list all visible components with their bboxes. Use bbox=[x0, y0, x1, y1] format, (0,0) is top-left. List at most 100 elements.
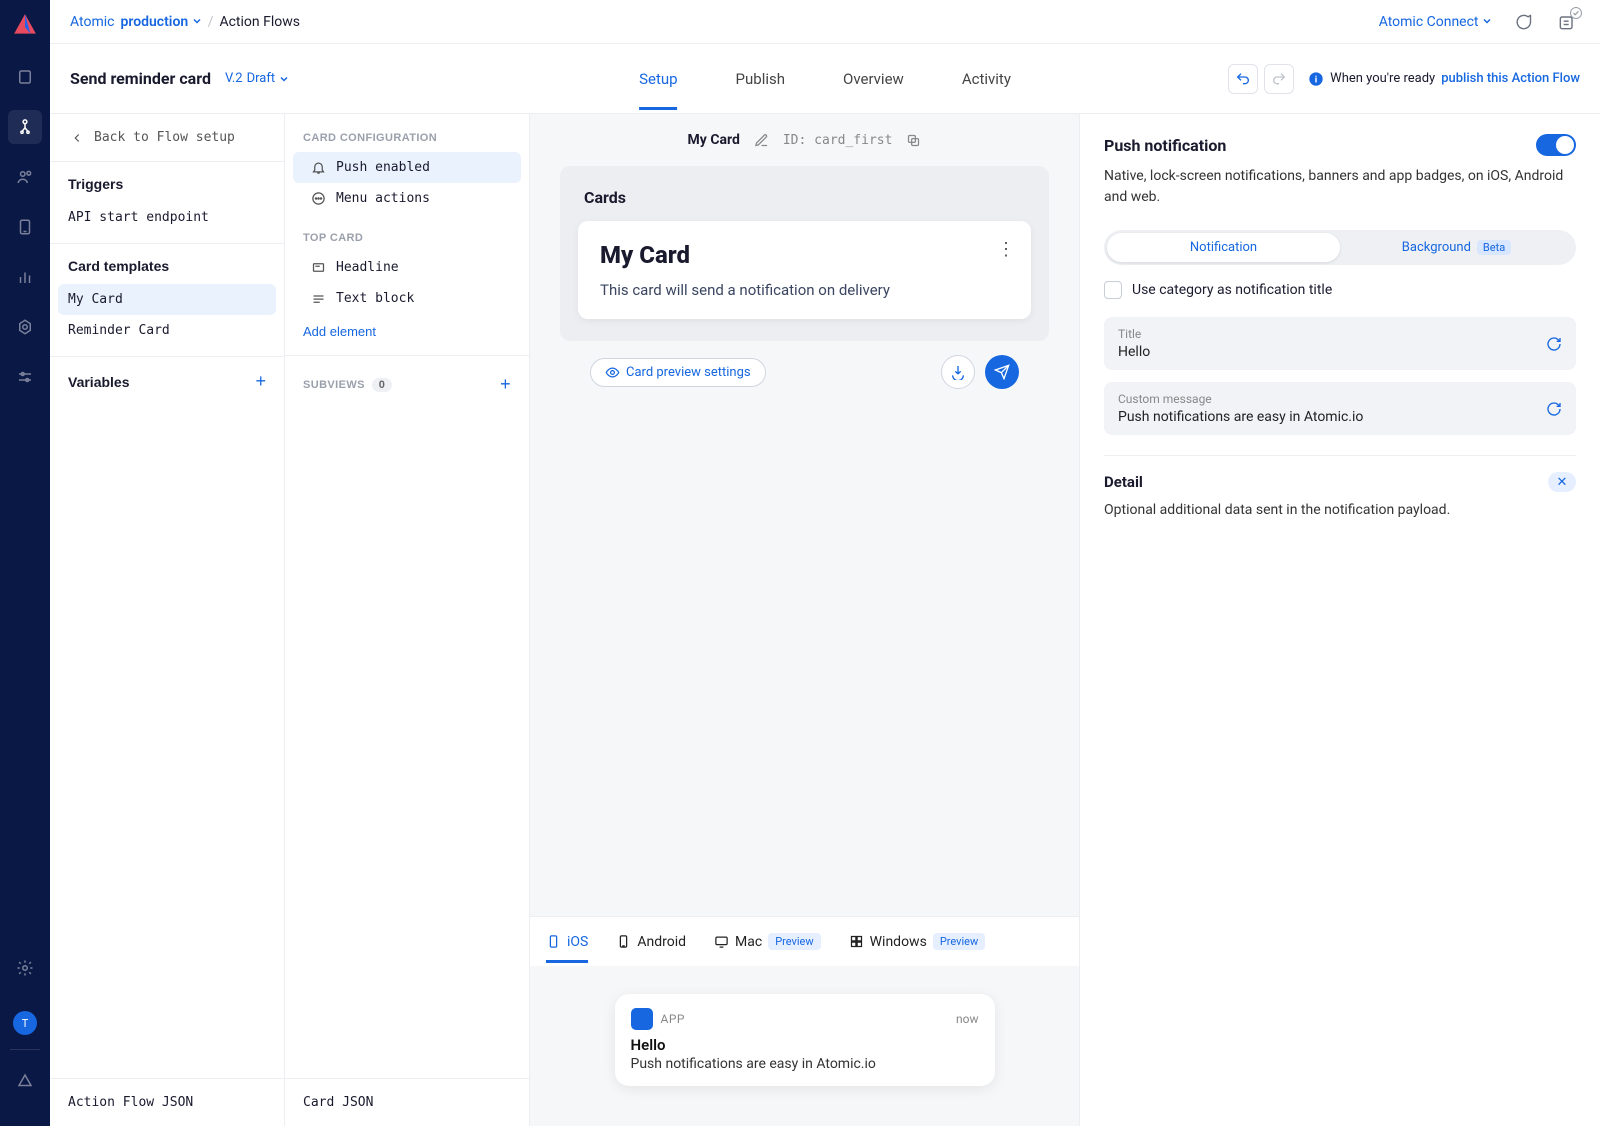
detail-close[interactable]: ✕ bbox=[1548, 472, 1576, 492]
template-item-reminder-card[interactable]: Reminder Card bbox=[58, 315, 276, 346]
message-field[interactable]: Custom message Push notifications are ea… bbox=[1104, 382, 1576, 435]
push-toggle[interactable] bbox=[1536, 134, 1576, 156]
templates-heading: Card templates bbox=[68, 258, 266, 274]
title-field[interactable]: Title Hello bbox=[1104, 317, 1576, 370]
undo-button[interactable] bbox=[1228, 64, 1258, 94]
publish-hint: i When you're ready publish this Action … bbox=[1308, 71, 1580, 87]
rail-item-users[interactable] bbox=[8, 160, 42, 194]
menu-icon bbox=[311, 191, 326, 206]
tab-overview[interactable]: Overview bbox=[843, 48, 904, 110]
cfg-push-enabled[interactable]: Push enabled bbox=[293, 152, 521, 183]
topbar: Atomic production / Action Flows Atomic … bbox=[50, 0, 1600, 44]
card-config-label: CARD CONFIGURATION bbox=[285, 114, 529, 152]
canvas-card-title: My Card bbox=[688, 132, 740, 148]
beta-badge: Beta bbox=[1477, 240, 1511, 255]
user-avatar[interactable]: T bbox=[13, 1011, 37, 1035]
headline-icon bbox=[311, 260, 326, 275]
platform-windows[interactable]: Windows Preview bbox=[849, 920, 986, 963]
push-panel: Push notification Native, lock-screen no… bbox=[1080, 114, 1600, 1126]
phone-icon bbox=[616, 934, 631, 949]
rail-item-analytics[interactable] bbox=[8, 260, 42, 294]
message-value: Push notifications are easy in Atomic.io bbox=[1118, 409, 1546, 425]
crumb-current: Action Flows bbox=[219, 14, 300, 30]
subheader: Send reminder card V.2 Draft Setup Publi… bbox=[50, 44, 1600, 114]
crumb-separator: / bbox=[208, 14, 214, 30]
add-subview-button[interactable]: + bbox=[500, 374, 511, 395]
segment-control: Notification Background Beta bbox=[1104, 230, 1576, 265]
refresh-icon[interactable] bbox=[1546, 401, 1562, 417]
desktop-icon bbox=[714, 934, 729, 949]
element-headline[interactable]: Headline bbox=[293, 252, 521, 283]
connect-link[interactable]: Atomic Connect bbox=[1379, 14, 1492, 30]
rail-item-devices[interactable] bbox=[8, 210, 42, 244]
subviews-label: SUBVIEWS 0 bbox=[303, 379, 392, 391]
detail-desc: Optional additional data sent in the not… bbox=[1104, 502, 1576, 518]
trigger-item[interactable]: API start endpoint bbox=[58, 202, 276, 233]
card-json-link[interactable]: Card JSON bbox=[285, 1078, 529, 1126]
refresh-icon[interactable] bbox=[1546, 336, 1562, 352]
eye-icon bbox=[605, 365, 620, 380]
message-label: Custom message bbox=[1118, 392, 1546, 406]
rail-item-bottom[interactable] bbox=[8, 1064, 42, 1098]
rail-divider bbox=[10, 1049, 40, 1050]
divider bbox=[1104, 455, 1576, 456]
preview-badge: Preview bbox=[768, 933, 820, 950]
org-link[interactable]: Atomic bbox=[70, 14, 114, 30]
svg-text:i: i bbox=[1315, 74, 1317, 85]
add-variable-button[interactable]: + bbox=[255, 371, 266, 392]
platform-tabs: iOS Android Mac Preview Windows Pre bbox=[530, 916, 1079, 966]
publish-link[interactable]: publish this Action Flow bbox=[1441, 71, 1580, 86]
card-kebab-menu[interactable]: ⋮ bbox=[997, 239, 1015, 260]
variables-heading[interactable]: Variables + bbox=[68, 371, 266, 392]
use-category-label: Use category as notification title bbox=[1132, 282, 1332, 298]
rail-item-1[interactable] bbox=[8, 60, 42, 94]
arrow-left-icon bbox=[70, 131, 84, 145]
tab-activity[interactable]: Activity bbox=[962, 48, 1011, 110]
copy-icon[interactable] bbox=[906, 133, 921, 148]
tab-publish[interactable]: Publish bbox=[736, 48, 785, 110]
bell-icon bbox=[311, 160, 326, 175]
flow-title: Send reminder card bbox=[70, 69, 211, 88]
rail-item-config[interactable] bbox=[8, 310, 42, 344]
canvas: My Card ID: card_first Cards ⋮ My Card T… bbox=[530, 114, 1080, 1126]
notification-card: APP now Hello Push notifications are eas… bbox=[615, 994, 995, 1086]
windows-icon bbox=[849, 934, 864, 949]
rail-item-settings-sliders[interactable] bbox=[8, 360, 42, 394]
panel-desc: Native, lock-screen notifications, banne… bbox=[1104, 166, 1576, 208]
env-selector[interactable]: production bbox=[120, 14, 201, 30]
send-button[interactable] bbox=[985, 355, 1019, 389]
use-category-row[interactable]: Use category as notification title bbox=[1104, 281, 1576, 299]
flow-sidebar: Back to Flow setup Triggers API start en… bbox=[50, 114, 285, 1126]
triggers-heading: Triggers bbox=[68, 176, 266, 192]
chat-icon[interactable] bbox=[1510, 9, 1536, 35]
card-preview-settings[interactable]: Card preview settings bbox=[590, 358, 766, 387]
element-text-block[interactable]: Text block bbox=[293, 283, 521, 314]
platform-mac[interactable]: Mac Preview bbox=[714, 920, 821, 963]
cfg-menu-actions[interactable]: Menu actions bbox=[293, 183, 521, 214]
detail-heading: Detail bbox=[1104, 473, 1143, 491]
breadcrumb: Atomic production / Action Flows bbox=[70, 14, 300, 30]
redo-button[interactable] bbox=[1264, 64, 1294, 94]
seg-background[interactable]: Background Beta bbox=[1340, 233, 1573, 262]
add-element-link[interactable]: Add element bbox=[285, 314, 529, 349]
seg-notification[interactable]: Notification bbox=[1107, 233, 1340, 262]
back-to-flow-setup[interactable]: Back to Flow setup bbox=[50, 114, 284, 162]
tab-setup[interactable]: Setup bbox=[639, 48, 677, 110]
notif-app-icon bbox=[631, 1008, 653, 1030]
template-item-my-card[interactable]: My Card bbox=[58, 284, 276, 315]
use-category-checkbox[interactable] bbox=[1104, 281, 1122, 299]
edit-icon[interactable] bbox=[754, 133, 769, 148]
action-flow-json-link[interactable]: Action Flow JSON bbox=[50, 1078, 284, 1126]
download-button[interactable] bbox=[941, 355, 975, 389]
gear-icon[interactable] bbox=[8, 951, 42, 985]
title-value: Hello bbox=[1118, 344, 1546, 360]
title-label: Title bbox=[1118, 327, 1546, 341]
logo[interactable] bbox=[12, 12, 38, 38]
version-selector[interactable]: V.2 Draft bbox=[225, 71, 289, 86]
platform-android[interactable]: Android bbox=[616, 921, 686, 963]
platform-ios[interactable]: iOS bbox=[546, 921, 588, 963]
rail-item-flows[interactable] bbox=[8, 110, 42, 144]
preview-badge: Preview bbox=[933, 933, 985, 950]
tasks-icon[interactable] bbox=[1554, 9, 1580, 35]
card-preview[interactable]: ⋮ My Card This card will send a notifica… bbox=[578, 221, 1031, 319]
